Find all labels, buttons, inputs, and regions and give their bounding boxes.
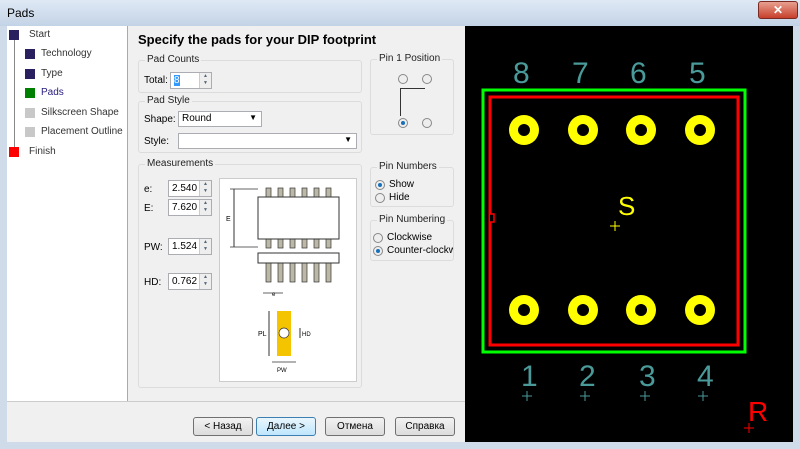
pw-dimension-label: PW xyxy=(277,368,287,374)
group-legend: Pin Numbering xyxy=(377,214,448,225)
cancel-button[interactable]: Отмена xyxy=(325,417,385,436)
pw-input[interactable]: 1.524 ▲ ▼ xyxy=(168,238,212,255)
pin-label: 4 xyxy=(697,360,714,393)
group-legend: Pin Numbers xyxy=(377,161,439,172)
pin1-top-left-radio[interactable] xyxy=(398,74,408,84)
step-label: Placement Outline xyxy=(41,126,123,137)
total-value: 8 xyxy=(174,75,180,86)
page-title: Specify the pads for your DIP footprint xyxy=(138,32,377,47)
reference-designator: S xyxy=(618,191,635,221)
pin1-bottom-left-radio[interactable] xyxy=(398,118,408,128)
pad-counts-group: Pad Counts Total: 8 ▲ ▼ xyxy=(138,54,362,93)
hd-input[interactable]: 0.762 ▲ ▼ xyxy=(168,273,212,290)
hd-value: 0.762 xyxy=(172,276,198,287)
pin1-notch xyxy=(490,213,495,223)
footprint-canvas: 8 7 6 5 1 2 3 4 S R xyxy=(481,57,768,433)
group-legend: Pad Style xyxy=(145,95,192,106)
pw-label: PW: xyxy=(144,242,163,253)
total-label: Total: xyxy=(144,75,168,86)
help-button[interactable]: Справка xyxy=(395,417,455,436)
e-input[interactable]: 2.540 ▲ ▼ xyxy=(168,180,212,197)
window-title: Pads xyxy=(7,6,35,20)
group-legend: Pin 1 Position xyxy=(377,53,443,64)
step-placement-outline[interactable]: Placement Outline xyxy=(25,126,123,137)
shape-value: Round xyxy=(182,113,212,124)
pin-label: 1 xyxy=(521,360,538,393)
step-label: Technology xyxy=(41,48,92,59)
pin1-top-right-radio[interactable] xyxy=(422,74,432,84)
e-label: e: xyxy=(144,184,153,195)
step-finish[interactable]: Finish xyxy=(9,146,56,157)
back-button[interactable]: < Назад xyxy=(193,417,253,436)
spinner-arrows-icon[interactable]: ▲ ▼ xyxy=(199,181,211,196)
step-technology[interactable]: Technology xyxy=(25,48,92,59)
clockwise-label: Clockwise xyxy=(387,232,433,243)
pin-numbers-group: Pin Numbers Show Hide xyxy=(370,161,454,207)
step-label: Silkscreen Shape xyxy=(41,107,119,118)
style-select[interactable]: ▼ xyxy=(178,133,357,149)
pin-label: 5 xyxy=(689,57,706,90)
pin-label: 3 xyxy=(639,360,656,393)
pin-label: 2 xyxy=(579,360,596,393)
E-dimension-label: E xyxy=(226,216,231,223)
spinner-arrows-icon[interactable]: ▲ ▼ xyxy=(199,274,211,289)
main-panel: Specify the pads for your DIP footprint … xyxy=(128,26,465,401)
pin1-position-group: Pin 1 Position xyxy=(370,53,454,135)
step-label: Type xyxy=(41,68,63,79)
chevron-down-icon: ▼ xyxy=(249,113,257,122)
origin-marker-label: R xyxy=(748,396,768,427)
pl-dimension-label: PL xyxy=(258,331,267,338)
E-value: 7.620 xyxy=(172,202,198,213)
spinner-arrows-icon[interactable]: ▲ ▼ xyxy=(199,200,211,215)
spinner-arrows-icon[interactable]: ▲ ▼ xyxy=(199,239,211,254)
button-bar: < Назад Далее > Отмена Справка xyxy=(7,401,465,442)
counter-clockwise-radio[interactable]: Counter-clockwis xyxy=(373,245,453,256)
pin-label: 6 xyxy=(630,57,647,90)
pads xyxy=(509,115,715,325)
title-bar: Pads ✕ xyxy=(0,0,800,26)
pin-label: 7 xyxy=(572,57,589,90)
step-label: Start xyxy=(29,29,51,40)
step-label: Finish xyxy=(29,146,56,157)
style-label: Style: xyxy=(144,136,170,147)
wizard-steps: Start Technology Type Pads Silkscreen Sh… xyxy=(7,26,128,401)
close-button[interactable]: ✕ xyxy=(758,1,798,19)
show-label: Show xyxy=(389,179,415,190)
hide-radio[interactable]: Hide xyxy=(375,192,410,203)
show-radio[interactable]: Show xyxy=(375,179,414,190)
hd-label: HD: xyxy=(144,277,162,288)
pin-label: 8 xyxy=(513,57,530,90)
total-pads-input[interactable]: 8 ▲ ▼ xyxy=(170,72,212,89)
pin-numbering-group: Pin Numbering Clockwise Counter-clockwis xyxy=(370,214,454,261)
step-silkscreen-shape[interactable]: Silkscreen Shape xyxy=(25,107,119,118)
tree-line xyxy=(14,36,15,152)
E-input[interactable]: 7.620 ▲ ▼ xyxy=(168,199,212,216)
footprint-preview: 8 7 6 5 1 2 3 4 S R xyxy=(465,26,793,442)
shape-select[interactable]: Round ▼ xyxy=(178,111,262,127)
wizard-client: Start Technology Type Pads Silkscreen Sh… xyxy=(7,26,793,442)
shape-label: Shape: xyxy=(144,114,176,125)
group-legend: Pad Counts xyxy=(145,54,202,65)
hd-dimension-label: HD xyxy=(302,332,311,338)
step-label: Pads xyxy=(41,87,64,98)
step-type[interactable]: Type xyxy=(25,68,63,79)
pad-style-group: Pad Style Shape: Round ▼ Style: ▼ xyxy=(138,95,362,153)
chevron-down-icon: ▼ xyxy=(344,135,352,144)
next-button[interactable]: Далее > xyxy=(256,417,316,436)
pin1-outline xyxy=(400,88,425,116)
step-start[interactable]: Start xyxy=(9,29,50,40)
step-pads[interactable]: Pads xyxy=(25,87,64,98)
pw-value: 1.524 xyxy=(172,241,198,252)
spinner-arrows-icon[interactable]: ▲ ▼ xyxy=(199,73,211,88)
E-label: E: xyxy=(144,203,154,214)
clockwise-radio[interactable]: Clockwise xyxy=(373,232,432,243)
hide-label: Hide xyxy=(389,192,410,203)
dip-dimension-illustration: E e PL HD PW xyxy=(226,187,340,374)
dimension-diagram: E e PL HD PW xyxy=(219,178,357,382)
e-value: 2.540 xyxy=(172,183,198,194)
counter-clockwise-label: Counter-clockwis xyxy=(387,245,453,256)
pin1-bottom-right-radio[interactable] xyxy=(422,118,432,128)
group-legend: Measurements xyxy=(145,158,216,169)
